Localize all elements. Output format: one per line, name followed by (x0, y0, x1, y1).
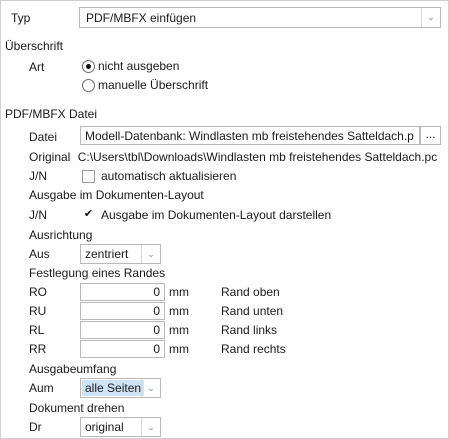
radio-manuelle-ueberschrift[interactable] (82, 79, 95, 92)
layout-checkbox[interactable]: ✔ (82, 208, 95, 221)
radio-nicht-ausgeben-label[interactable]: nicht ausgeben (98, 58, 179, 74)
art-label: Art (29, 60, 45, 74)
chevron-down-icon[interactable]: ⌄ (421, 8, 440, 27)
drehen-label: Dr (29, 420, 42, 434)
auto-update-checkbox[interactable] (82, 170, 95, 183)
rand-desc: Rand links (221, 323, 278, 337)
rand-oben-input[interactable]: 0 (80, 283, 165, 301)
datei-field[interactable]: Modell-Datenbank: Windlasten mb freisteh… (80, 126, 420, 145)
rand-unit: mm (169, 323, 189, 337)
ausgabeumfang-value: alle Seiten (82, 380, 145, 396)
ausrichtung-select[interactable]: zentriert ⌄ (80, 244, 161, 264)
rand-desc: Rand unten (221, 304, 284, 318)
rand-code: RL (29, 323, 45, 337)
section-rand: Festlegung eines Randes (29, 266, 166, 280)
section-ausrichtung: Ausrichtung (29, 228, 93, 242)
section-ueberschrift: Überschrift (5, 39, 64, 53)
checkmark-icon: ✔ (83, 208, 94, 220)
datei-value: Modell-Datenbank: Windlasten mb freisteh… (85, 129, 414, 143)
datei-label: Datei (29, 130, 58, 144)
jn-label-auto: J/N (29, 169, 47, 183)
rand-unit: mm (169, 285, 189, 299)
rand-unit: mm (169, 304, 189, 318)
ausgabeumfang-select[interactable]: alle Seiten ⌄ (80, 378, 161, 398)
rand-rechts-input[interactable]: 0 (80, 340, 165, 358)
rand-code: RR (29, 342, 47, 356)
chevron-down-icon[interactable]: ⌄ (141, 245, 160, 263)
auto-update-label[interactable]: automatisch aktualisieren (101, 168, 236, 184)
properties-panel: Typ PDF/MBFX einfügen ⌄ Überschrift Art … (0, 0, 449, 439)
section-drehen: Dokument drehen (29, 401, 125, 415)
ausgabeumfang-label: Aum (29, 381, 54, 395)
typ-label: Typ (11, 11, 31, 25)
rand-links-input[interactable]: 0 (80, 321, 165, 339)
jn-label-layout: J/N (29, 208, 47, 222)
radio-nicht-ausgeben[interactable] (82, 60, 95, 73)
layout-checkbox-label[interactable]: Ausgabe im Dokumenten-Layout darstellen (101, 207, 331, 223)
rand-code: RU (29, 304, 47, 318)
ausrichtung-label: Aus (29, 247, 50, 261)
chevron-down-icon[interactable]: ⌄ (141, 418, 160, 436)
original-row: Original C:\Users\tbl\Downloads\Windlast… (29, 149, 444, 165)
drehen-select[interactable]: original ⌄ (80, 417, 161, 437)
rand-desc: Rand oben (221, 285, 280, 299)
section-ausgabeumfang: Ausgabeumfang (29, 362, 117, 376)
rand-desc: Rand rechts (221, 342, 286, 356)
rand-code: RO (29, 285, 47, 299)
ausrichtung-value: zentriert (85, 247, 129, 261)
original-label: Original (29, 150, 71, 164)
drehen-value: original (85, 420, 124, 434)
rand-unten-input[interactable]: 0 (80, 302, 165, 320)
section-datei: PDF/MBFX Datei (5, 107, 98, 121)
typ-value: PDF/MBFX einfügen (86, 11, 197, 25)
original-value: C:\Users\tbl\Downloads\Windlasten mb fre… (77, 150, 438, 164)
radio-manuelle-ueberschrift-label[interactable]: manuelle Überschrift (98, 77, 208, 93)
rand-unit: mm (169, 342, 189, 356)
chevron-down-icon[interactable]: ⌄ (141, 379, 160, 397)
browse-button[interactable]: ... (420, 126, 441, 145)
typ-select[interactable]: PDF/MBFX einfügen ⌄ (79, 7, 441, 28)
section-layout: Ausgabe im Dokumenten-Layout (29, 188, 204, 202)
